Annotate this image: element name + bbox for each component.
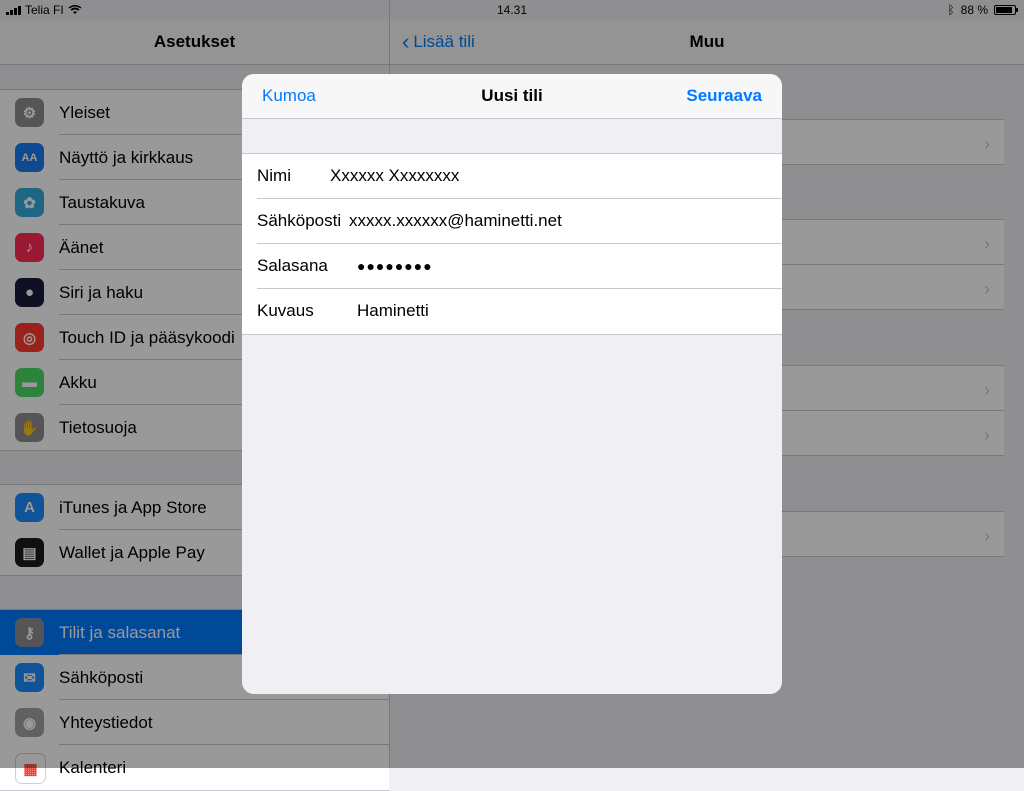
form-row-email[interactable]: Sähköposti xxxxx.xxxxxx@haminetti.net	[242, 199, 782, 244]
form-row-description[interactable]: Kuvaus Haminetti	[242, 289, 782, 334]
name-label: Nimi	[257, 166, 291, 185]
status-right: ᛒ 88 %	[947, 3, 1018, 17]
account-form: Nimi Xxxxxx Xxxxxxxx Sähköposti xxxxx.xx…	[242, 153, 782, 335]
battery-percent: 88 %	[960, 3, 988, 17]
next-button[interactable]: Seuraava	[686, 74, 762, 118]
email-label: Sähköposti	[257, 211, 342, 230]
form-row-password[interactable]: Salasana ●●●●●●●●	[242, 244, 782, 289]
new-account-modal: Kumoa Uusi tili Seuraava Nimi Xxxxxx Xxx…	[242, 74, 782, 694]
battery-icon	[994, 5, 1018, 15]
modal-navbar: Kumoa Uusi tili Seuraava	[242, 74, 782, 119]
description-field[interactable]: Haminetti	[357, 289, 429, 333]
password-label: Salasana	[257, 256, 328, 275]
status-bar: Telia FI 14.31 ᛒ 88 %	[0, 0, 1024, 20]
name-field[interactable]: Xxxxxx Xxxxxxxx	[330, 154, 459, 198]
description-label: Kuvaus	[257, 301, 314, 320]
password-field[interactable]: ●●●●●●●●	[357, 244, 433, 288]
status-time: 14.31	[496, 3, 528, 17]
form-row-name[interactable]: Nimi Xxxxxx Xxxxxxxx	[242, 154, 782, 199]
email-field[interactable]: xxxxx.xxxxxx@haminetti.net	[349, 199, 562, 243]
bluetooth-icon: ᛒ	[947, 3, 955, 17]
